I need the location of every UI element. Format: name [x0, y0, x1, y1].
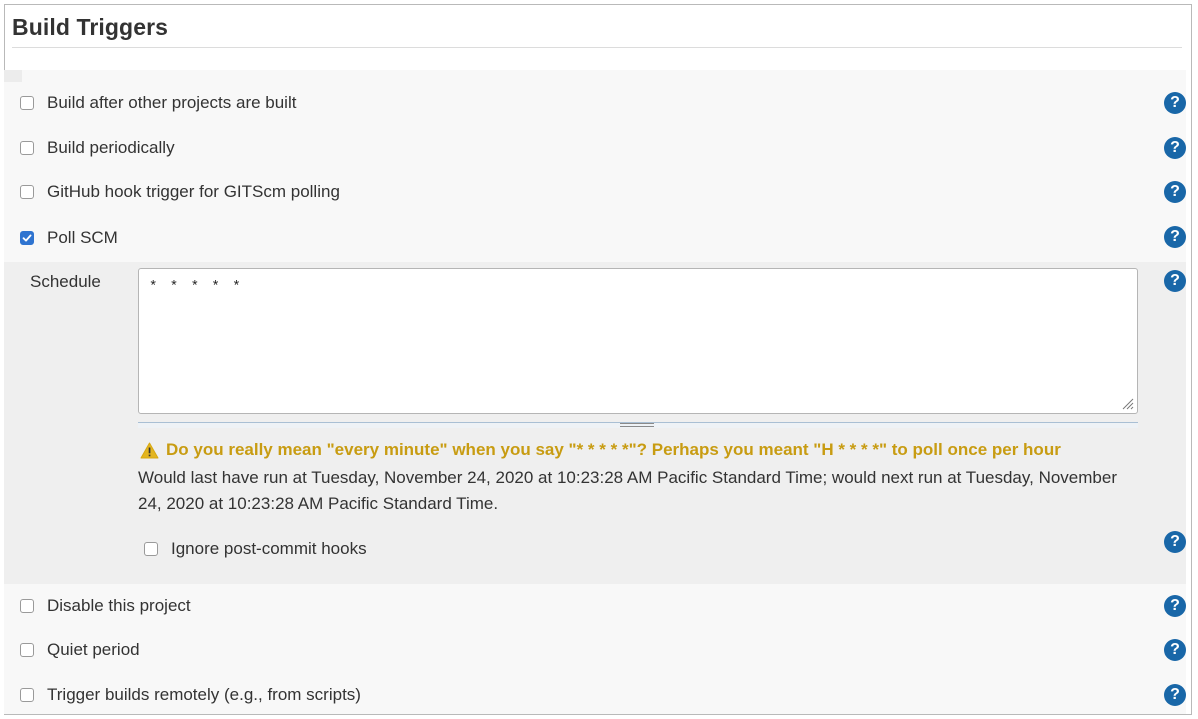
schedule-info: Would last have run at Tuesday, November…: [138, 468, 1117, 513]
trigger-poll-scm[interactable]: Poll SCM: [20, 226, 118, 250]
warning-triangle-icon: [140, 442, 159, 458]
ignore-post-commit-hooks[interactable]: Ignore post-commit hooks: [144, 537, 367, 561]
option-quiet-period[interactable]: Quiet period: [20, 638, 140, 662]
help-icon[interactable]: ?: [1164, 531, 1186, 553]
schedule-label: Schedule: [30, 272, 101, 291]
checkbox-poll-scm[interactable]: [20, 231, 34, 245]
help-icon[interactable]: ?: [1164, 595, 1186, 617]
checkbox-ignore-post-commit-hooks[interactable]: [144, 542, 158, 556]
trigger-build-periodically[interactable]: Build periodically: [20, 136, 175, 160]
help-icon[interactable]: ?: [1164, 92, 1186, 114]
trigger-label: Poll SCM: [47, 228, 118, 247]
drag-handle-icon[interactable]: [620, 423, 654, 427]
help-icon[interactable]: ?: [1164, 639, 1186, 661]
option-trigger-builds-remotely[interactable]: Trigger builds remotely (e.g., from scri…: [20, 683, 361, 707]
help-icon[interactable]: ?: [1164, 137, 1186, 159]
section-title: Build Triggers: [12, 14, 169, 40]
section-notch: [4, 70, 22, 82]
checkbox-build-after-other-projects[interactable]: [20, 96, 34, 110]
textarea-resize-bar[interactable]: [138, 422, 1138, 428]
help-icon[interactable]: ?: [1164, 684, 1186, 706]
schedule-textarea[interactable]: * * * * *: [138, 268, 1138, 414]
option-label: Disable this project: [47, 596, 191, 615]
option-disable-project[interactable]: Disable this project: [20, 594, 191, 618]
resize-grip-icon[interactable]: [1120, 396, 1134, 410]
warning-text: Do you really mean "every minute" when y…: [166, 440, 1061, 459]
section-divider: [12, 47, 1182, 48]
ignore-hooks-label: Ignore post-commit hooks: [171, 539, 367, 558]
help-icon[interactable]: ?: [1164, 270, 1186, 292]
help-icon[interactable]: ?: [1164, 181, 1186, 203]
checkmark-icon: [22, 234, 32, 242]
trigger-github-hook[interactable]: GitHub hook trigger for GITScm polling: [20, 180, 340, 204]
trigger-build-after-other-projects[interactable]: Build after other projects are built: [20, 91, 296, 115]
option-label: Quiet period: [47, 640, 140, 659]
checkbox-trigger-builds-remotely[interactable]: [20, 688, 34, 702]
option-label: Trigger builds remotely (e.g., from scri…: [47, 685, 361, 704]
schedule-warning: Do you really mean "every minute" when y…: [140, 440, 1061, 460]
checkbox-disable-project[interactable]: [20, 599, 34, 613]
trigger-label: Build after other projects are built: [47, 93, 297, 112]
trigger-label: Build periodically: [47, 138, 175, 157]
checkbox-github-hook[interactable]: [20, 185, 34, 199]
help-icon[interactable]: ?: [1164, 226, 1186, 248]
trigger-label: GitHub hook trigger for GITScm polling: [47, 182, 340, 201]
checkbox-quiet-period[interactable]: [20, 643, 34, 657]
checkbox-build-periodically[interactable]: [20, 141, 34, 155]
schedule-value: * * * * *: [149, 279, 243, 295]
